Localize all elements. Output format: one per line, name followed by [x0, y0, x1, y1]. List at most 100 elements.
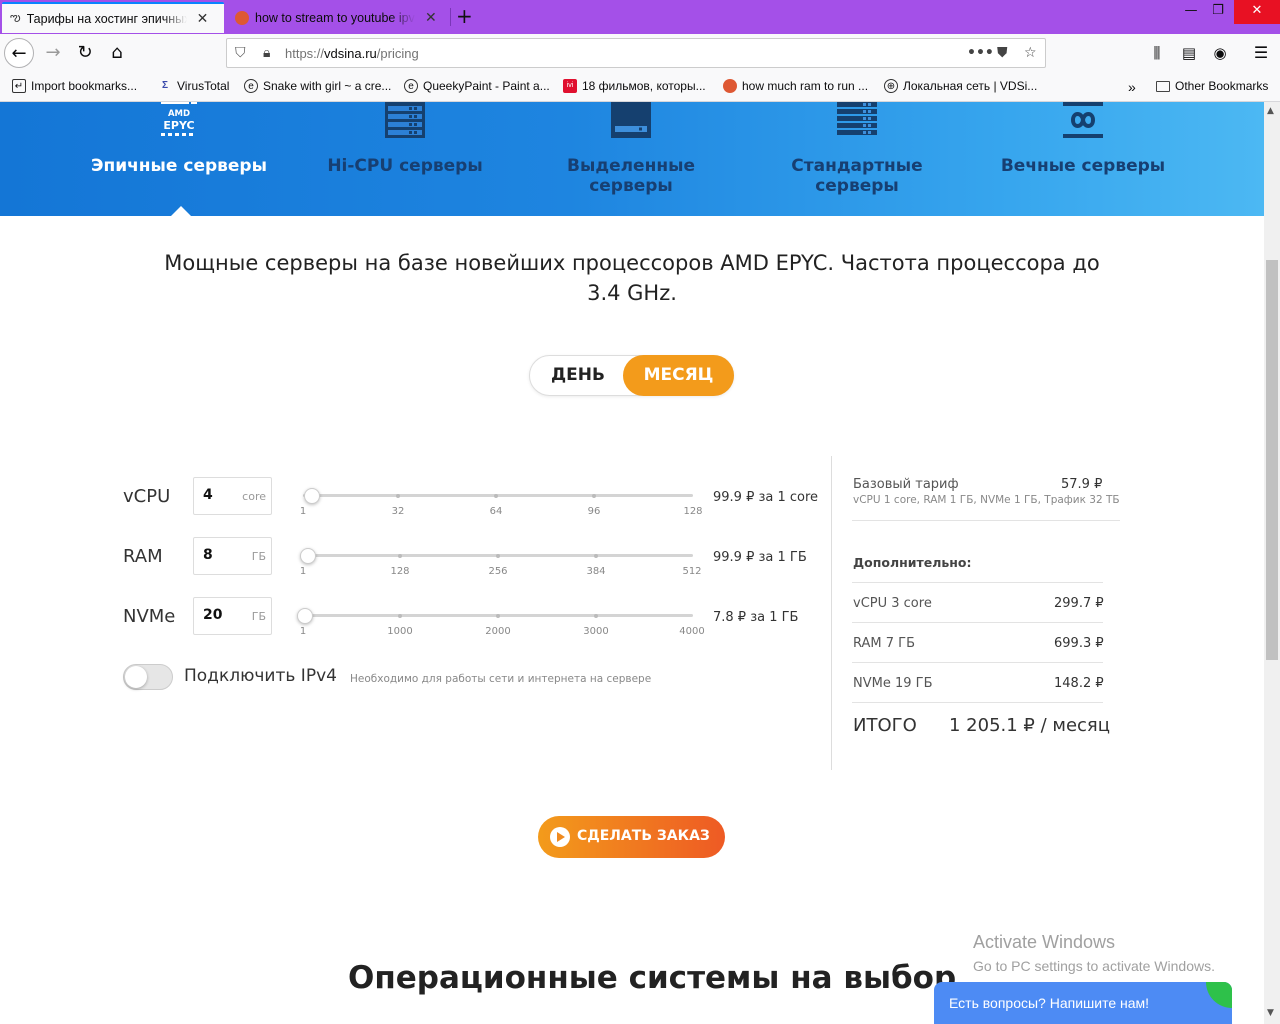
- pocket-icon[interactable]: ⛊: [997, 45, 1008, 61]
- bookmark-vdsina-lan[interactable]: ⊕ Локальная сеть | VDSi...: [884, 79, 1037, 93]
- bookmark-other[interactable]: Other Bookmarks: [1156, 79, 1268, 93]
- nvme-rate: 7.8 ₽ за 1 ГБ: [713, 610, 799, 625]
- vcpu-tick-mark: [396, 494, 400, 498]
- tracking-shield-icon[interactable]: ⛉: [235, 45, 246, 61]
- server-stack-icon: [837, 102, 877, 135]
- plan-tab-epic[interactable]: AMD EPYC Эпичные серверы: [79, 102, 279, 176]
- tab-title: how to stream to youtube ipv6: [255, 10, 415, 25]
- base-tariff-price: 57.9 ₽: [1061, 477, 1103, 492]
- ram-tick-label: 384: [586, 566, 606, 577]
- extra-nvme-name: NVMe 19 ГБ: [853, 676, 933, 691]
- plan-tab-standard[interactable]: Стандартные серверы: [757, 102, 957, 196]
- summary-separator: [852, 662, 1103, 663]
- ram-rate: 99.9 ₽ за 1 ГБ: [713, 550, 807, 565]
- close-tab-icon[interactable]: ✕: [425, 10, 437, 26]
- nvme-input[interactable]: 20 ГБ: [193, 597, 272, 635]
- infinity-icon: [1063, 102, 1103, 138]
- vcpu-tick-label: 96: [587, 506, 601, 517]
- dedicated-server-icon: [611, 102, 651, 138]
- summary-divider: [831, 456, 832, 770]
- vcpu-value: 4: [203, 487, 213, 503]
- nvme-slider-handle[interactable]: [296, 608, 313, 624]
- close-tab-icon[interactable]: ✕: [197, 11, 209, 27]
- scroll-up-arrow[interactable]: ▲: [1267, 106, 1274, 116]
- summary-separator: [852, 520, 1120, 521]
- plan-label: Стандартные серверы: [791, 156, 923, 196]
- ram-tick-mark: [594, 554, 598, 558]
- extra-ram-price: 699.3 ₽: [1054, 636, 1104, 651]
- server-rack-icon: [385, 102, 425, 138]
- ram-value: 8: [203, 547, 213, 563]
- lock-icon[interactable]: 🔒︎: [263, 45, 270, 61]
- vcpu-tick-label: 1: [299, 506, 307, 517]
- bookmark-ram[interactable]: how much ram to run ...: [723, 79, 868, 93]
- sidebar-icon[interactable]: ▤: [1174, 38, 1204, 68]
- new-tab-button[interactable]: +: [456, 4, 473, 28]
- place-order-button[interactable]: СДЕЛАТЬ ЗАКАЗ: [538, 816, 725, 858]
- ram-tick-label: 512: [682, 566, 702, 577]
- scrollbar-thumb[interactable]: [1266, 260, 1278, 660]
- online-status-indicator: [1206, 982, 1232, 1008]
- ipv4-toggle[interactable]: [123, 664, 173, 690]
- period-month-option[interactable]: МЕСЯЦ: [623, 355, 734, 396]
- tab-youtube-search[interactable]: how to stream to youtube ipv6 ✕: [227, 2, 449, 33]
- page-actions-icon[interactable]: •••: [967, 45, 994, 61]
- scroll-down-arrow[interactable]: ▼: [1267, 1008, 1274, 1018]
- forward-button[interactable]: →: [38, 38, 68, 68]
- bookmark-virustotal[interactable]: Σ VirusTotal: [158, 79, 230, 93]
- home-button[interactable]: ⌂: [102, 38, 132, 68]
- ram-slider-handle[interactable]: [300, 548, 317, 564]
- ram-label: RAM: [123, 546, 163, 567]
- reload-button[interactable]: ↻: [70, 38, 100, 68]
- vcpu-rate: 99.9 ₽ за 1 core: [713, 490, 819, 505]
- restore-button[interactable]: ❐: [1203, 0, 1233, 24]
- back-button[interactable]: ←: [4, 38, 34, 68]
- bookmark-star-icon[interactable]: ☆: [1024, 45, 1037, 61]
- page-scrollbar[interactable]: ▲ ▼: [1264, 102, 1280, 1024]
- ram-input[interactable]: 8 ГБ: [193, 537, 272, 575]
- account-icon[interactable]: ◉: [1205, 38, 1235, 68]
- bookmark-import[interactable]: ↵ Import bookmarks...: [12, 79, 137, 93]
- vcpu-unit: core: [242, 490, 266, 503]
- chat-widget[interactable]: Есть вопросы? Напишите нам!: [934, 982, 1232, 1024]
- bookmark-ivi[interactable]: ivi 18 фильмов, которы...: [563, 79, 706, 93]
- tab-separator: [450, 8, 451, 26]
- vcpu-tick-mark: [494, 494, 498, 498]
- chat-widget-label: Есть вопросы? Напишите нам!: [949, 995, 1150, 1011]
- vcpu-tick-mark: [592, 494, 596, 498]
- vcpu-input[interactable]: 4 core: [193, 477, 272, 515]
- ipv4-note: Необходимо для работы сети и интернета н…: [350, 673, 652, 685]
- pricing-page: AMD EPYC Эпичные серверы Hi-CPU серверы …: [0, 102, 1264, 1024]
- nvme-label: NVMe: [123, 606, 176, 627]
- summary-separator: [852, 702, 1103, 703]
- nvme-tick-label: 4000: [679, 626, 705, 637]
- ram-tick-mark: [398, 554, 402, 558]
- nvme-unit: ГБ: [251, 610, 266, 623]
- duckduckgo-icon: [723, 79, 737, 93]
- url-bar[interactable]: ⛉ 🔒︎ https://vdsina.ru/pricing ••• ⛊ ☆: [226, 38, 1046, 68]
- minimize-button[interactable]: —: [1176, 0, 1206, 24]
- tab-pricing[interactable]: ఌ Тарифы на хостинг эпичных с ✕: [2, 2, 224, 33]
- period-day-option[interactable]: ДЕНЬ: [530, 356, 626, 395]
- summary-separator: [852, 582, 1103, 583]
- ram-unit: ГБ: [251, 550, 266, 563]
- vcpu-slider-handle[interactable]: [304, 488, 321, 504]
- library-icon[interactable]: ⫼: [1142, 38, 1172, 68]
- total-label: ИТОГО: [853, 715, 917, 736]
- extra-vcpu-price: 299.7 ₽: [1054, 596, 1104, 611]
- vcpu-slider[interactable]: [303, 494, 693, 497]
- bookmark-snake[interactable]: e Snake with girl ~ a cre...: [244, 79, 391, 93]
- plan-tab-dedicated[interactable]: Выделенные серверы: [531, 102, 731, 196]
- plan-tab-hi-cpu[interactable]: Hi-CPU серверы: [305, 102, 505, 176]
- plan-description: Мощные серверы на базе новейших процессо…: [164, 251, 1100, 305]
- plan-tab-eternal[interactable]: Вечные серверы: [983, 102, 1183, 176]
- bookmarks-overflow-icon[interactable]: »: [1128, 79, 1136, 95]
- bookmark-queekypaint[interactable]: e QueekyPaint - Paint a...: [404, 79, 550, 93]
- plan-label: Выделенные серверы: [567, 156, 695, 196]
- ivi-icon: ivi: [563, 79, 577, 93]
- window-close-button[interactable]: ✕: [1234, 0, 1280, 24]
- menu-icon[interactable]: ☰: [1246, 38, 1276, 68]
- billing-period-toggle[interactable]: ДЕНЬ МЕСЯЦ: [529, 355, 734, 396]
- nvme-tick-label: 1: [299, 626, 307, 637]
- svg-text:AMD: AMD: [168, 109, 190, 119]
